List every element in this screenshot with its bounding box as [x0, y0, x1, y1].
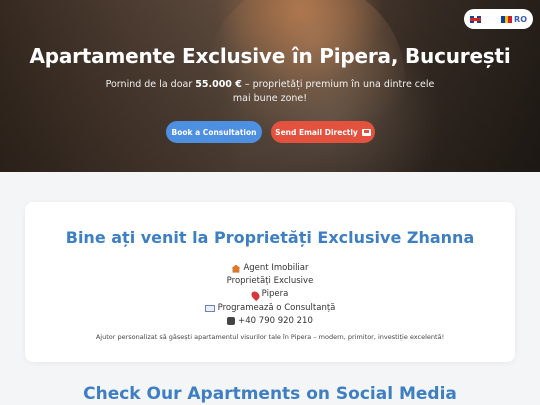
romania-flag-icon [501, 15, 513, 23]
book-consultation-label: Book a Consultation [171, 127, 257, 137]
hero-title: Apartamente Exclusive în Pipera, Bucureș… [29, 44, 511, 68]
send-email-button[interactable]: Send Email Directly [271, 121, 375, 143]
book-consultation-button[interactable]: Book a Consultation [166, 121, 262, 143]
house-icon [231, 264, 241, 273]
hero-subtitle-price: 55.000 € [195, 79, 242, 90]
info-line-properties: Proprietăți Exclusive [25, 275, 515, 288]
hero-subtitle-suffix: – proprietăți premium în una dintre cele… [232, 79, 435, 104]
hero-subtitle-prefix: Pornind de la doar [105, 79, 196, 90]
mail-icon [204, 304, 215, 312]
info-line-schedule[interactable]: Programează o Consultanță [25, 302, 515, 315]
welcome-card: Bine ați venit la Proprietăți Exclusive … [25, 202, 515, 362]
info-line-location: Pipera [25, 288, 515, 301]
language-current-label: RO [514, 14, 527, 24]
social-media-title: Check Our Apartments on Social Media [83, 384, 457, 404]
info-location-text: Pipera [261, 289, 289, 300]
info-line-phone[interactable]: +40 790 920 210 [25, 315, 515, 328]
info-schedule-text[interactable]: Programează o Consultanță [218, 302, 336, 315]
hero-subtitle: Pornind de la doar 55.000 € – proprietăț… [105, 78, 435, 106]
welcome-description: Ajutor personalizat să găsești apartamen… [95, 333, 445, 341]
phone-icon [227, 317, 236, 326]
info-phone-text[interactable]: +40 790 920 210 [238, 315, 313, 328]
info-properties-text: Proprietăți Exclusive [226, 276, 314, 287]
uk-flag-icon[interactable] [470, 15, 481, 23]
send-email-label: Send Email Directly [275, 127, 358, 137]
hero-banner: RO Apartamente Exclusive în Pipera, Bucu… [0, 0, 540, 172]
language-option-ro[interactable]: RO [501, 15, 527, 24]
contact-info: Agent Imobiliar Proprietăți Exclusive Pi… [25, 262, 515, 328]
info-agent-text: Agent Imobiliar [243, 263, 309, 273]
envelope-icon [361, 128, 371, 136]
welcome-title: Bine ați venit la Proprietăți Exclusive … [65, 228, 475, 247]
info-line-agent: Agent Imobiliar [25, 262, 515, 275]
language-switcher[interactable]: RO [464, 9, 533, 29]
pin-icon [249, 289, 261, 301]
